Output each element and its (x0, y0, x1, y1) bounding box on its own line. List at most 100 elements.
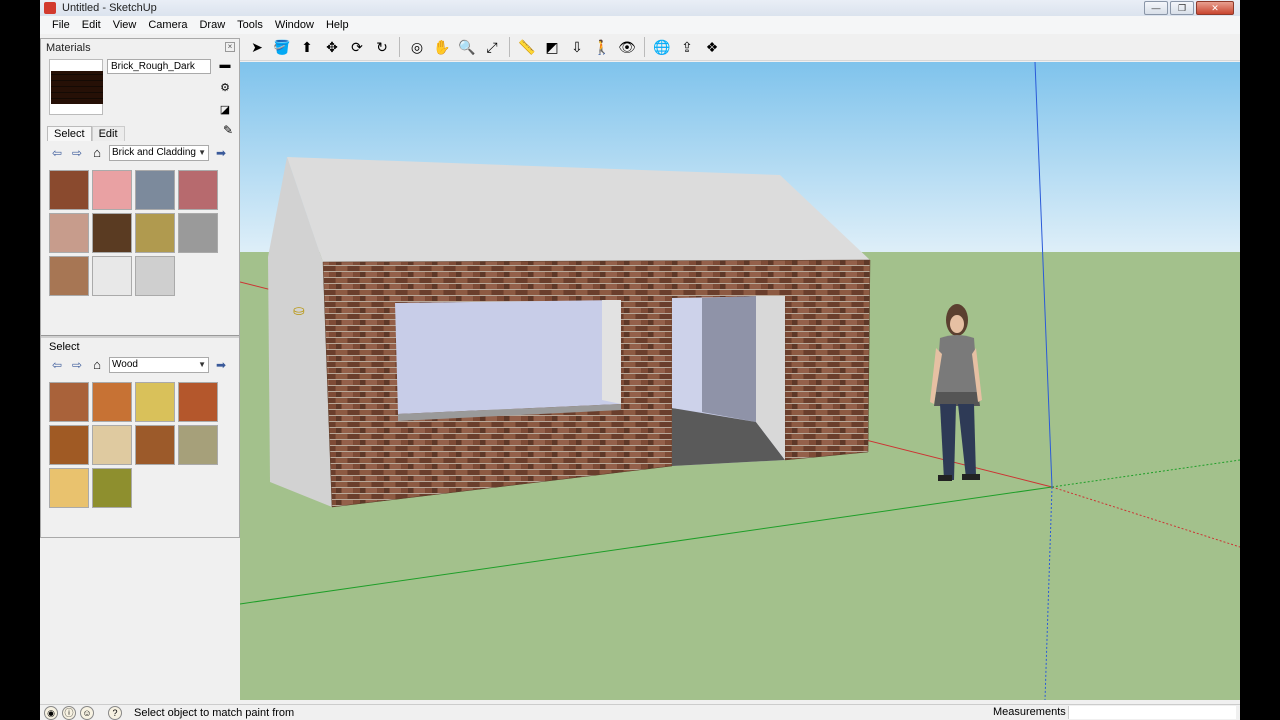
wood-swatch-wood-olive[interactable] (178, 425, 218, 465)
rotate-icon[interactable]: ⟳ (346, 36, 368, 58)
material-swatch-brick-light[interactable] (49, 213, 89, 253)
window-title: Untitled - SketchUp (62, 2, 157, 14)
material-swatch-brick-dark[interactable] (92, 213, 132, 253)
bottom-collection-nav: ⇦ ⇨ ⌂ Wood ▼ ➡ (49, 355, 235, 375)
home-icon[interactable]: ⌂ (89, 357, 105, 373)
bottom-material-grid (49, 382, 225, 508)
secondary-select-label: Select (49, 341, 80, 353)
wood-swatch-wood-rust[interactable] (178, 382, 218, 422)
menu-file[interactable]: File (46, 19, 76, 31)
menu-help[interactable]: Help (320, 19, 355, 31)
wood-swatch-wood-oak[interactable] (49, 425, 89, 465)
tab-select[interactable]: Select (47, 125, 92, 141)
wood-swatch-wood-walnut[interactable] (135, 425, 175, 465)
help-icon[interactable]: ? (108, 705, 122, 720)
top-material-grid (49, 170, 225, 296)
tape-measure-icon[interactable]: 📏 (516, 36, 538, 58)
menu-edit[interactable]: Edit (76, 19, 107, 31)
status-message: Select object to match paint from (134, 706, 295, 719)
forward-arrow-icon[interactable]: ⇨ (69, 145, 85, 161)
zoom-extents-icon[interactable]: ⤢ (481, 36, 503, 58)
display-secondary-pane-icon[interactable]: ▬ (217, 57, 233, 73)
wood-swatch-wood-pale[interactable] (92, 425, 132, 465)
material-swatch-brick-pink[interactable] (92, 170, 132, 210)
components-icon[interactable]: ❖ (701, 36, 723, 58)
share-model-icon[interactable]: ⇪ (676, 36, 698, 58)
back-arrow-icon[interactable]: ⇦ (49, 357, 65, 373)
section-plane-icon[interactable]: ◩ (541, 36, 563, 58)
follow-me-icon[interactable]: ↻ (371, 36, 393, 58)
back-arrow-icon[interactable]: ⇦ (49, 145, 65, 161)
wood-swatch-wood-cherry[interactable] (49, 382, 89, 422)
current-material-preview[interactable] (49, 59, 103, 115)
window-glass[interactable] (395, 300, 621, 414)
geo-location-icon[interactable]: ◉ (44, 705, 58, 720)
material-swatch-stucco-gray[interactable] (135, 256, 175, 296)
material-swatch-stone-yellow[interactable] (135, 213, 175, 253)
menu-camera[interactable]: Camera (142, 19, 193, 31)
zoom-icon[interactable]: 🔍 (456, 36, 478, 58)
material-swatch-block-gray[interactable] (178, 213, 218, 253)
collection-select[interactable]: Brick and Cladding ▼ (109, 145, 209, 161)
details-arrow-icon[interactable]: ➡ (213, 357, 229, 373)
move-icon[interactable]: ✥ (321, 36, 343, 58)
minimize-button[interactable]: — (1144, 1, 1168, 15)
menu-window[interactable]: Window (269, 19, 320, 31)
material-swatch-brick-rose[interactable] (178, 170, 218, 210)
default-material-icon[interactable]: ◪ (217, 101, 233, 117)
push-pull-icon[interactable]: ⬆ (296, 36, 318, 58)
wood-swatch-wood-orange[interactable] (92, 382, 132, 422)
toolbar-separator (644, 37, 645, 57)
measurements-field[interactable] (1068, 706, 1236, 719)
screen-border-left (0, 0, 40, 720)
material-swatch-siding-brown[interactable] (49, 256, 89, 296)
measurements-label: Measurements (993, 706, 1066, 718)
menu-draw[interactable]: Draw (193, 19, 231, 31)
position-camera-icon[interactable]: ⇩ (566, 36, 588, 58)
sketchup-window: Untitled - SketchUp — ❐ ✕ File Edit View… (40, 0, 1240, 720)
paint-bucket-icon[interactable]: 🪣 (271, 36, 293, 58)
menu-view[interactable]: View (107, 19, 143, 31)
panel-close-icon[interactable]: × (225, 42, 235, 52)
material-swatch-brick-red[interactable] (49, 170, 89, 210)
secondary-collection-select[interactable]: Wood ▼ (109, 357, 209, 373)
toolbar-separator (399, 37, 400, 57)
pan-icon[interactable]: ✋ (431, 36, 453, 58)
menu-tools[interactable]: Tools (231, 19, 269, 31)
pane-divider[interactable] (41, 335, 239, 338)
material-swatch-stone-blue[interactable] (135, 170, 175, 210)
wood-swatch-wood-green[interactable] (92, 468, 132, 508)
get-models-icon[interactable]: 🌐 (651, 36, 673, 58)
user-icon[interactable]: ☺ (80, 705, 94, 720)
menu-bar: File Edit View Camera Draw Tools Window … (40, 16, 1240, 34)
home-icon[interactable]: ⌂ (89, 145, 105, 161)
toolbar-separator (509, 37, 510, 57)
collection-select-value: Brick and Cladding (112, 147, 196, 158)
orbit-icon[interactable]: ◎ (406, 36, 428, 58)
close-button[interactable]: ✕ (1196, 1, 1234, 15)
wood-swatch-wood-yellow[interactable] (135, 382, 175, 422)
door-back-wall (702, 296, 756, 422)
window-reveal (602, 300, 621, 404)
create-material-icon[interactable]: ⚙ (217, 79, 233, 95)
drawing-area[interactable]: ⛀ (240, 62, 1240, 700)
getting-started-toolbar: ➤ 🪣 ⬆ ✥ ⟳ ↻ ◎ ✋ 🔍 ⤢ 📏 ◩ ⇩ 🚶 👁 🌐 ⇪ ❖ (240, 34, 1240, 61)
select-arrow-icon[interactable]: ➤ (246, 36, 268, 58)
details-arrow-icon[interactable]: ➡ (213, 145, 229, 161)
tab-edit[interactable]: Edit (91, 125, 125, 141)
credits-icon[interactable]: ⓘ (62, 705, 76, 720)
sample-paint-icon[interactable]: ✎ (223, 123, 233, 137)
screen-border-right (1240, 0, 1280, 720)
material-name-field[interactable]: Brick_Rough_Dark (107, 59, 211, 74)
walk-icon[interactable]: 🚶 (591, 36, 613, 58)
look-around-icon[interactable]: 👁 (616, 36, 638, 58)
maximize-button[interactable]: ❐ (1170, 1, 1194, 15)
scene-svg[interactable]: ⛀ (240, 62, 1240, 700)
door-glass-side (672, 298, 702, 412)
material-swatch-siding-white[interactable] (92, 256, 132, 296)
top-collection-nav: ⇦ ⇨ ⌂ Brick and Cladding ▼ ➡ (49, 143, 235, 163)
materials-panel-title: Materials (46, 42, 91, 54)
wood-swatch-wood-light[interactable] (49, 468, 89, 508)
materials-panel: Materials × Brick_Rough_Dark ▬ ⚙ ◪ Selec… (40, 38, 240, 538)
forward-arrow-icon[interactable]: ⇨ (69, 357, 85, 373)
